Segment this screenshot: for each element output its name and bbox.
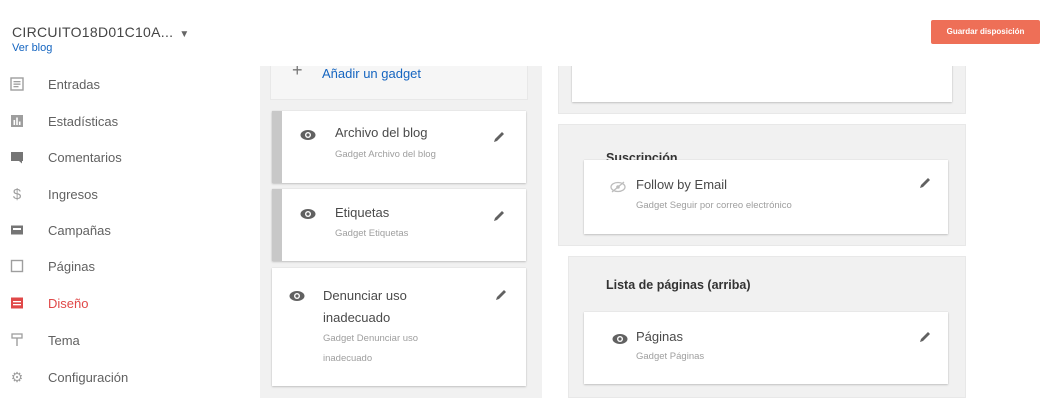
- gadget-title: Archivo del blog: [335, 125, 428, 140]
- view-blog-link[interactable]: Ver blog: [12, 42, 52, 54]
- sidebar-item-label: Configuración: [48, 369, 129, 385]
- drag-handle[interactable]: [272, 189, 282, 261]
- gadget-title-line1: Denunciar uso: [323, 288, 407, 303]
- gadget-card-etiquetas[interactable]: [272, 189, 526, 261]
- settings-icon: ⚙: [10, 368, 24, 385]
- gadget-title: Follow by Email: [636, 177, 728, 192]
- eye-icon[interactable]: [300, 129, 316, 141]
- edit-pencil-icon[interactable]: [918, 330, 932, 344]
- gadget-title-line2: inadecuado: [323, 310, 391, 325]
- gadget-subtitle: Gadget Etiquetas: [335, 228, 409, 239]
- theme-icon: [10, 333, 24, 347]
- app-header: CIRCUITO18D01C10A... ▼ Ver blog Guardar d…: [0, 0, 1047, 66]
- gadget-card-paginas[interactable]: [584, 312, 948, 384]
- comments-icon: [10, 150, 24, 164]
- sidebar-item-label: Entradas: [48, 76, 101, 92]
- sidebar-item-tema[interactable]: Tema: [0, 322, 232, 358]
- edit-pencil-icon[interactable]: [494, 288, 508, 302]
- sidebar: Entradas Estadísticas Comentarios $ Ingr…: [0, 66, 232, 398]
- edit-pencil-icon[interactable]: [492, 130, 506, 144]
- gadget-subtitle: Gadget Seguir por correo electrónico: [636, 200, 792, 211]
- sidebar-item-diseno[interactable]: Diseño: [0, 285, 232, 321]
- gadget-title: Etiquetas: [335, 205, 390, 220]
- sidebar-item-comentarios[interactable]: Comentarios: [0, 139, 232, 175]
- eye-icon[interactable]: [612, 333, 628, 345]
- gadget-card-follow-email[interactable]: [584, 160, 948, 234]
- eye-icon[interactable]: [289, 290, 305, 302]
- blog-title: CIRCUITO18D01C10A...: [12, 24, 174, 40]
- sidebar-item-campanas[interactable]: Campañas: [0, 212, 232, 248]
- sidebar-item-estadisticas[interactable]: Estadísticas: [0, 103, 232, 139]
- layout-icon: [10, 296, 24, 310]
- sidebar-item-label: Tema: [48, 332, 80, 348]
- blog-selector[interactable]: CIRCUITO18D01C10A... ▼: [12, 24, 190, 40]
- gadget-subtitle: Gadget Páginas: [636, 351, 705, 362]
- eye-hidden-icon[interactable]: [610, 181, 626, 193]
- sidebar-item-label: Comentarios: [48, 149, 122, 165]
- sidebar-item-label: Páginas: [48, 258, 95, 274]
- edit-pencil-icon[interactable]: [918, 176, 932, 190]
- dollar-icon: $: [12, 185, 22, 203]
- gadget-title: Páginas: [636, 329, 683, 344]
- section-title: Lista de páginas (arriba): [606, 278, 751, 292]
- sidebar-item-ingresos[interactable]: $ Ingresos: [0, 176, 232, 212]
- drag-handle[interactable]: [272, 111, 282, 183]
- sidebar-item-paginas[interactable]: Páginas: [0, 248, 232, 284]
- pages-icon: [10, 259, 24, 273]
- sidebar-item-label: Estadísticas: [48, 113, 119, 129]
- sidebar-item-label: Ingresos: [48, 186, 98, 202]
- gadget-subtitle: Gadget Archivo del blog: [335, 149, 436, 160]
- stats-icon: [10, 114, 24, 128]
- eye-icon[interactable]: [300, 208, 316, 220]
- sidebar-item-label: Campañas: [48, 222, 111, 238]
- sidebar-item-configuracion[interactable]: ⚙ Configuración: [0, 359, 232, 395]
- sidebar-item-entradas[interactable]: Entradas: [0, 66, 232, 102]
- sidebar-item-label: Diseño: [48, 295, 89, 311]
- edit-pencil-icon[interactable]: [492, 209, 506, 223]
- save-layout-button[interactable]: Guardar disposición: [931, 20, 1040, 44]
- campaigns-icon: [10, 223, 24, 237]
- gadget-subtitle-line1: Gadget Denunciar uso: [323, 333, 419, 344]
- gadget-subtitle-line2: inadecuado: [323, 353, 373, 364]
- add-gadget-link[interactable]: Añadir un gadget: [322, 66, 421, 81]
- dropdown-caret-icon[interactable]: ▼: [179, 29, 189, 40]
- posts-icon: [10, 77, 24, 91]
